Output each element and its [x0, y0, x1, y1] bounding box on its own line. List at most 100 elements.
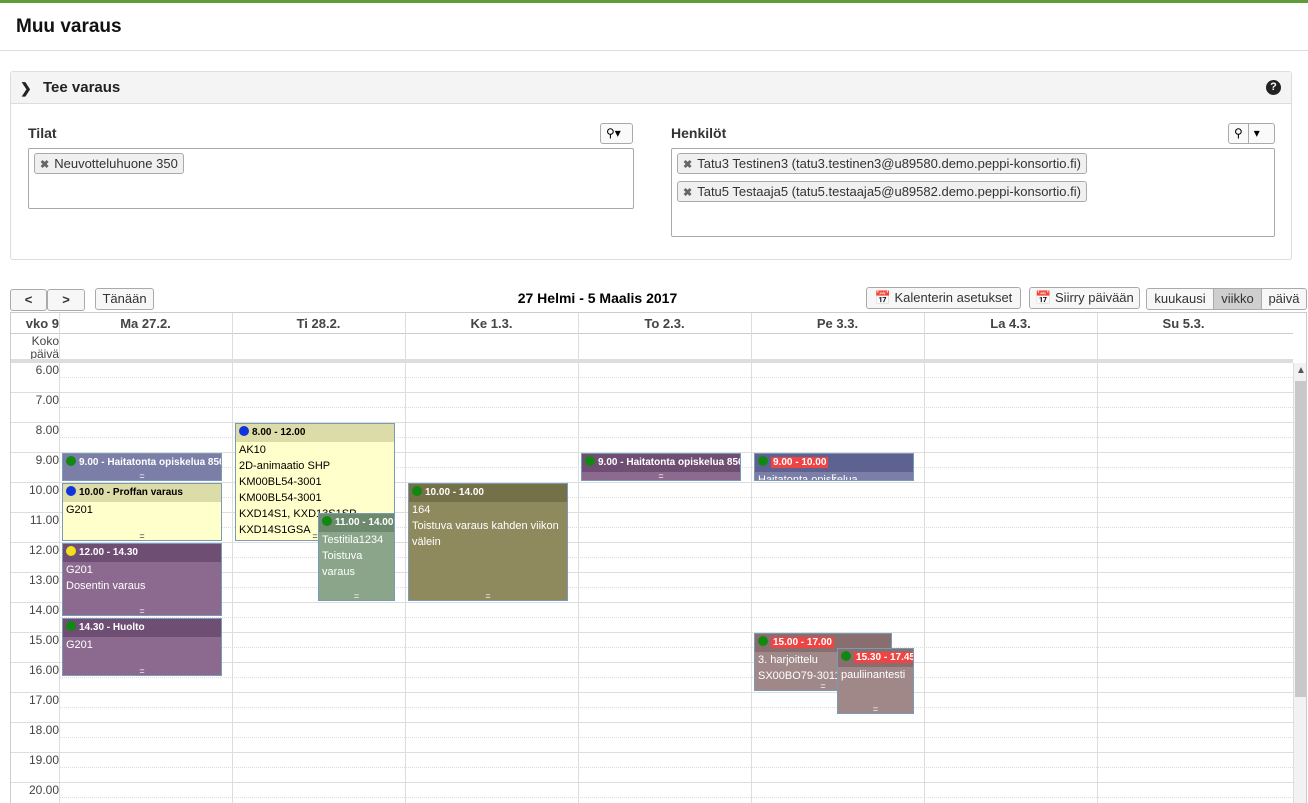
resize-handle-icon[interactable]: = [63, 607, 221, 616]
event-time: 10.00 - 14.00 [425, 487, 484, 498]
prev-week-button[interactable]: < [10, 289, 47, 311]
resize-handle-icon[interactable]: = [582, 472, 740, 481]
calendar-settings-button[interactable]: 📅 Kalenterin asetukset [866, 287, 1021, 309]
event-title: - Haitatonta opiskelua 8500 [98, 457, 221, 468]
event-time: 15.30 - 17.45 [854, 652, 914, 663]
calendar-event[interactable]: 15.30 - 17.45 pauliinantesti = [837, 648, 915, 714]
week-number: vko 9 [25, 316, 59, 331]
event-time: 8.00 - 12.00 [252, 427, 306, 438]
spaces-search-button[interactable]: ⚲▾ [600, 123, 633, 144]
day-header[interactable]: To 2.3. [578, 316, 751, 331]
day-header[interactable]: Ti 28.2. [232, 316, 405, 331]
calendar-event[interactable]: 12.00 - 14.30 G201 Dosentin varaus = [62, 543, 222, 616]
space-chip[interactable]: ✖ Neuvotteluhuone 350 [34, 153, 184, 174]
today-button[interactable]: Tänään [95, 288, 154, 310]
calendar-event[interactable]: 9.00 - 10.00 Haitatonta opiskelua = [754, 453, 914, 481]
event-header: 10.00 - Proffan varaus [63, 484, 221, 502]
calendar-event[interactable]: 10.00 - 14.00 164 Toistuva varaus kahden v… [408, 483, 568, 601]
day-header[interactable]: Pe 3.3. [751, 316, 924, 331]
time-label: 11.00 [29, 513, 59, 527]
time-label: 6.00 [35, 363, 59, 377]
time-label: 7.00 [35, 393, 59, 407]
time-label: 14.00 [28, 603, 59, 617]
go-to-date-button[interactable]: 📅 Siirry päivään [1029, 287, 1140, 309]
resize-handle-icon[interactable]: = [63, 532, 221, 541]
calendar-event[interactable]: 11.00 - 14.00 Testitila1234 Toistuva varaus… [318, 513, 396, 601]
day-header[interactable]: Ma 27.2. [59, 316, 232, 331]
time-column-divider [59, 313, 60, 803]
day-header[interactable]: Ke 1.3. [405, 316, 578, 331]
resize-handle-icon[interactable]: = [63, 472, 221, 481]
half-hour-line [59, 617, 1293, 618]
question-icon[interactable]: ? [1266, 80, 1281, 95]
time-label: 13.00 [28, 573, 59, 587]
status-dot-icon [758, 636, 768, 646]
person-chip[interactable]: ✖ Tatu3 Testinen3 (tatu3.testinen3@u89580… [677, 153, 1087, 174]
event-time: 12.00 - 14.30 [79, 547, 138, 558]
half-hour-line [59, 587, 1293, 588]
time-label: 17.00 [28, 693, 59, 707]
status-dot-icon [322, 516, 333, 526]
event-text: 164 [412, 504, 431, 516]
status-dot-icon [412, 486, 422, 496]
time-label: 19.00 [28, 753, 59, 767]
event-text: KM00BL54-3001 [239, 492, 322, 504]
remove-icon[interactable]: ✖ [683, 187, 692, 199]
event-text: KM00BL54-3001 [239, 476, 322, 488]
view-month-button[interactable]: kuukausi [1146, 288, 1214, 310]
event-header: 9.00 - Haitatonta opiskelua 8500 [582, 454, 740, 472]
scrollbar-thumb[interactable] [1295, 381, 1306, 697]
event-header: 15.30 - 17.45 [838, 649, 914, 667]
search-icon[interactable]: ⚲ [1229, 124, 1248, 143]
status-dot-icon [841, 651, 852, 661]
resize-handle-icon[interactable]: = [409, 592, 567, 601]
half-hour-line [59, 707, 1293, 708]
time-label: 15.00 [28, 633, 59, 647]
panel-header[interactable]: ❯ Tee varaus ? [11, 72, 1291, 104]
date-range: 27 Helmi - 5 Maalis 2017 [517, 290, 678, 306]
resize-handle-icon[interactable]: = [63, 667, 221, 676]
half-hour-line [59, 407, 1293, 408]
person-chip[interactable]: ✖ Tatu5 Testaaja5 (tatu5.testaaja5@u89582… [677, 181, 1087, 202]
event-text: G201 [66, 639, 93, 651]
view-week-button[interactable]: viikko [1213, 288, 1262, 310]
time-label: 8.00 [35, 423, 59, 437]
chevron-down-icon[interactable]: ❯ [20, 80, 32, 97]
event-time: 10.00 [79, 487, 105, 498]
calendar-event[interactable]: 14.30 - Huolto G201 = [62, 618, 222, 676]
day-header[interactable]: Su 5.3. [1097, 316, 1270, 331]
resize-handle-icon[interactable]: = [838, 704, 913, 713]
calendar-event[interactable]: 9.00 - Haitatonta opiskelua 8500 = [581, 453, 741, 481]
event-text: Testitila1234 [322, 534, 384, 546]
half-hour-line [59, 647, 1293, 648]
calendar-event[interactable]: 9.00 - Haitatonta opiskelua 8500 = [62, 453, 222, 481]
event-text: Toistuva [322, 550, 363, 562]
day-column-divider [405, 313, 406, 803]
time-label: 18.00 [28, 723, 59, 737]
scroll-up-icon[interactable]: ▲ [1294, 365, 1306, 376]
chevron-down-icon[interactable]: ▾ [1247, 124, 1265, 143]
remove-icon[interactable]: ✖ [683, 159, 692, 171]
resize-handle-icon[interactable]: = [319, 592, 394, 601]
calendar-scrollbar[interactable]: ▲ [1293, 363, 1306, 803]
status-dot-icon [585, 456, 595, 466]
remove-icon[interactable]: ✖ [40, 159, 49, 171]
event-title: - Proffan varaus [104, 487, 183, 498]
header-divider [11, 333, 1293, 334]
calendar-event[interactable]: 10.00 - Proffan varaus G201 = [62, 483, 222, 541]
day-column-divider [578, 313, 579, 803]
next-week-button[interactable]: > [47, 289, 85, 311]
status-dot-icon [66, 486, 76, 496]
calendar-check-icon: 📅 [874, 290, 891, 305]
event-time: 9.00 - 10.00 [771, 457, 829, 468]
view-day-button[interactable]: päivä [1261, 288, 1307, 310]
day-header[interactable]: La 4.3. [924, 316, 1097, 331]
resize-handle-icon[interactable]: = [755, 472, 913, 481]
time-label: 12.00 [28, 543, 59, 557]
half-hour-line [59, 377, 1293, 378]
week-calendar: vko 9 Koko päivä ▲ 6.00 7.00 8.00 9.00 10.00… [10, 312, 1307, 803]
time-label: 16.00 [28, 663, 59, 677]
event-text: G201 [66, 504, 93, 516]
event-time: 11.00 - 14.00 [335, 517, 394, 528]
persons-search-button[interactable]: ⚲ ▾ [1228, 123, 1275, 144]
